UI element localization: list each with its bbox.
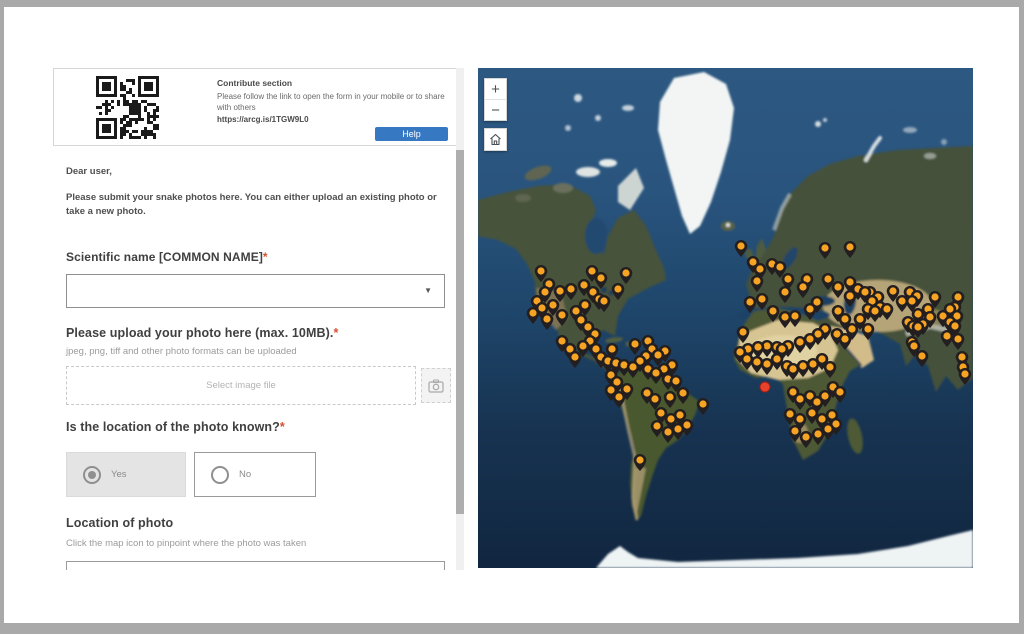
contribute-link[interactable]: https://arcg.is/1TGW9L0 [217,114,455,125]
window-border-top [0,0,1024,7]
required-asterisk: * [263,250,268,264]
radio-no-label: No [239,469,251,480]
window-border-right [1019,0,1024,634]
location-known-label: Is the location of the photo known?* [66,420,285,434]
map-pin[interactable] [697,398,710,415]
map-pin[interactable] [743,296,756,313]
window-border-left [0,0,4,634]
map-pin[interactable] [664,391,677,408]
radio-option-yes[interactable]: Yes [66,452,186,497]
map-pin[interactable] [613,391,626,408]
map-pin[interactable] [800,431,813,448]
chevron-down-icon: ▼ [424,286,432,295]
contribute-subtitle-line1: Please follow the link to open the form … [217,91,455,102]
map-pins-layer [478,68,973,568]
intro-text: Dear user, Please submit your snake phot… [66,165,456,219]
contribute-text: Contribute section Please follow the lin… [217,78,455,125]
zoom-control: + − [484,78,507,121]
map-pin[interactable] [831,281,844,298]
map-pin[interactable] [818,242,831,259]
map-pin[interactable] [620,267,633,284]
file-upload-field[interactable]: Select image file [66,366,416,405]
camera-button[interactable] [421,368,451,403]
photo-hint: jpeg, png, tiff and other photo formats … [66,346,297,357]
zoom-out-button[interactable]: − [485,100,506,120]
map-pin[interactable] [676,387,689,404]
map-pin[interactable] [880,303,893,320]
radio-option-no[interactable]: No [194,452,316,497]
map-pin[interactable] [662,426,675,443]
survey-form-panel: Contribute section Please follow the lin… [50,68,456,570]
map-pin[interactable] [736,326,749,343]
location-known-label-text: Is the location of the photo known? [66,420,280,434]
map-pin[interactable] [804,303,817,320]
map-pin[interactable] [569,351,582,368]
map-pin[interactable] [833,386,846,403]
map-pin[interactable] [526,307,539,324]
map-panel[interactable]: + − [478,68,973,568]
map-pin[interactable] [794,336,807,353]
map-pin[interactable] [761,358,774,375]
qr-code [96,76,159,139]
map-pin[interactable] [838,333,851,350]
contribute-card: Contribute section Please follow the lin… [53,68,456,146]
window-border-bottom [0,623,1024,634]
map-pin[interactable] [778,286,791,303]
map-pin[interactable] [844,241,857,258]
red-location-marker[interactable] [760,382,771,393]
map-pin[interactable] [959,368,972,385]
zoom-in-button[interactable]: + [485,79,506,99]
map-pin[interactable] [751,275,764,292]
map-pin[interactable] [786,363,799,380]
map-pin[interactable] [823,361,836,378]
intro-message: Please submit your snake photos here. Yo… [66,191,456,219]
intro-greeting: Dear user, [66,165,456,179]
camera-icon [428,379,444,393]
map-pin[interactable] [797,281,810,298]
map-pin[interactable] [633,454,646,471]
map-pin[interactable] [778,311,791,328]
map-pin[interactable] [626,361,639,378]
map-pin[interactable] [556,309,569,326]
required-asterisk: * [333,326,338,340]
location-hint: Click the map icon to pinpoint where the… [66,538,306,549]
species-question-label: Scientific name [COMMON NAME]* [66,250,268,264]
home-button[interactable] [484,128,507,151]
required-asterisk: * [280,420,285,434]
map-pin[interactable] [868,305,881,322]
contribute-title: Contribute section [217,78,455,90]
species-label-text: Scientific name [COMMON NAME] [66,250,263,264]
map-pin[interactable] [916,350,929,367]
home-icon [489,133,502,146]
map-pin[interactable] [734,240,747,257]
radio-selected-icon [83,466,101,484]
contribute-subtitle-line2: with others [217,102,455,113]
map-pin[interactable] [844,290,857,307]
radio-unselected-icon [211,466,229,484]
form-scrollbar-thumb[interactable] [456,150,464,514]
map-pin[interactable] [862,323,875,340]
location-question-label: Location of photo [66,516,173,530]
map-pin[interactable] [612,283,625,300]
radio-yes-label: Yes [111,469,127,480]
location-input[interactable] [66,561,445,570]
photo-question-label: Please upload your photo here (max. 10MB… [66,326,338,340]
species-select[interactable]: ▼ [66,274,445,308]
map-pin[interactable] [812,428,825,445]
map-pin[interactable] [952,333,965,350]
photo-label-text: Please upload your photo here (max. 10MB… [66,326,333,340]
map-pin[interactable] [598,295,611,312]
map-pin[interactable] [540,313,553,330]
help-button[interactable]: Help [375,127,448,141]
